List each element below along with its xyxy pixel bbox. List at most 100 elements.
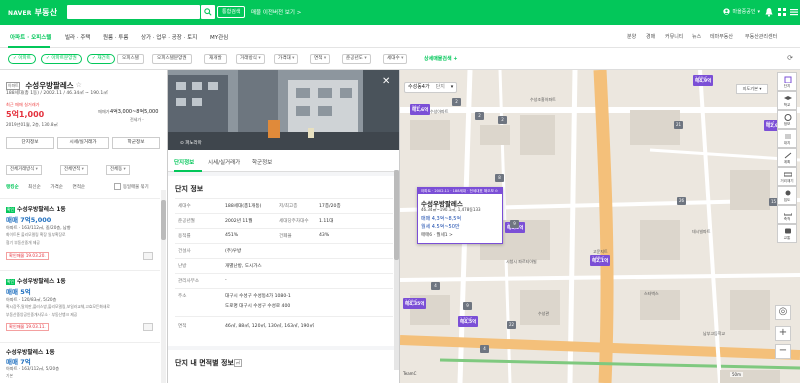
- sort-ranking[interactable]: 랭킹순: [6, 185, 19, 190]
- map-count-marker[interactable]: 4: [431, 282, 440, 290]
- tool-distance[interactable]: 거리재기: [777, 167, 797, 186]
- map-count-marker[interactable]: 2: [498, 116, 507, 124]
- sort-price[interactable]: 가격순: [50, 185, 63, 190]
- info-label: 용적률: [178, 234, 191, 239]
- map-count-marker[interactable]: 26: [677, 197, 686, 205]
- select-area[interactable]: 면적: [310, 54, 331, 64]
- popup-more-link[interactable]: 매매6 · 월세1 >: [421, 232, 453, 238]
- search-button[interactable]: [201, 5, 215, 19]
- nav-theme[interactable]: 테마부동산: [710, 33, 733, 40]
- chip-apartment[interactable]: ✓ 아파트: [8, 54, 36, 64]
- list-scrollbar[interactable]: [161, 190, 166, 383]
- tab-complex-info[interactable]: 단지정보: [174, 158, 194, 166]
- nav-news[interactable]: 뉴스: [692, 33, 701, 40]
- tool-transit[interactable]: 교통: [777, 224, 797, 243]
- market-price-button[interactable]: 시세/실거래가: [57, 137, 109, 149]
- sort-area[interactable]: 면적순: [72, 185, 85, 190]
- trade-filter-select[interactable]: 전체거래방식: [6, 165, 42, 175]
- tab-school-info[interactable]: 학군정보: [252, 158, 272, 166]
- tool-scale[interactable]: 축척: [777, 205, 797, 224]
- nav-community[interactable]: 커뮤니티: [665, 33, 683, 40]
- map-price-pin[interactable]: 1,32㎡ 매4,5억: [458, 316, 479, 327]
- listing-item[interactable]: 수성우방팔레스 1동 매매 7억 아파트 · 163/112㎡, 5/20층 기…: [0, 342, 160, 383]
- section-title: 단지 정보: [175, 185, 204, 193]
- nav-auction[interactable]: 경매: [646, 33, 655, 40]
- chip-apt-presale[interactable]: ✓ 아파트분양권: [41, 54, 82, 64]
- combined-search-button[interactable]: 통합검색: [217, 6, 246, 18]
- listing-thumb-icon[interactable]: [143, 252, 153, 260]
- bundle-checkbox[interactable]: 동일매물 묶기: [114, 183, 149, 190]
- select-trade-type[interactable]: 거래방식: [236, 54, 265, 64]
- nav-oneroom[interactable]: 원룸 · 투룸: [103, 33, 129, 41]
- map-count-marker[interactable]: 4: [480, 345, 489, 353]
- tool-collect[interactable]: 집도: [777, 186, 797, 205]
- zoom-out-button[interactable]: −: [775, 344, 791, 359]
- map-type-select[interactable]: 지도기본 ▾: [736, 84, 768, 94]
- map-count-marker[interactable]: 2: [475, 112, 484, 120]
- building-icon: [784, 76, 792, 83]
- tool-plan[interactable]: 계획: [777, 148, 797, 167]
- listing-thumb-icon[interactable]: [143, 323, 153, 331]
- close-icon[interactable]: ✕: [382, 76, 390, 87]
- tool-school[interactable]: 학교: [777, 91, 797, 110]
- map-count-marker[interactable]: 22: [507, 321, 516, 329]
- complex-name: 수성우방팔레스: [25, 81, 74, 90]
- tool-complex[interactable]: 단지: [777, 72, 797, 91]
- detail-scrollbar[interactable]: [394, 170, 399, 370]
- select-built-year[interactable]: 준공년도: [342, 54, 371, 64]
- map-count-marker[interactable]: 2: [452, 98, 461, 106]
- tool-land[interactable]: 대지: [777, 129, 797, 148]
- dong-filter-select[interactable]: 전체동: [106, 165, 130, 175]
- nav-admin-center[interactable]: 부동산관리센터: [745, 33, 777, 40]
- complex-map-popup[interactable]: 아파트 · 2002.11 · 188세대 · 전세대표 해오보 ⊙ 수성우방팔…: [417, 187, 503, 244]
- menu-icon[interactable]: [789, 7, 799, 17]
- old-version-link[interactable]: 매물 이전버전 보기 >: [251, 8, 301, 16]
- nav-my-interest[interactable]: MY관심: [210, 33, 228, 41]
- my-location-icon[interactable]: ◎: [775, 305, 791, 320]
- info-label: 준공년월: [178, 219, 195, 224]
- listing-spec: 아파트 · 163/112㎡, 중/20층, 남향: [6, 225, 71, 230]
- map-price-pin[interactable]: 56㎡ 매1,6억: [410, 104, 431, 115]
- panorama-label[interactable]: ⊙ 파노라마: [180, 140, 202, 146]
- tab-market-price[interactable]: 시세/실거래가: [208, 158, 240, 166]
- area-info-section: 단지 내 면적별 정보 ㎡: [168, 350, 399, 383]
- info-row: 난방 개별난방, 도시가스: [175, 258, 393, 273]
- map-price-pin[interactable]: 1,60㎡ 매4,9억: [693, 75, 714, 86]
- favorite-star-icon[interactable]: ☆: [76, 81, 82, 89]
- map-area[interactable]: 수성동4가단지▾ 1,60㎡매4,9억 56㎡매1,6억 148㎡매6,5억 1…: [400, 70, 800, 383]
- map-count-marker[interactable]: 9: [463, 302, 472, 310]
- nav-commercial[interactable]: 상가 · 업무 · 공장 · 토지: [141, 33, 197, 41]
- unit-toggle[interactable]: ㎡: [234, 359, 242, 367]
- select-households[interactable]: 세대수: [383, 54, 408, 64]
- area-filter-select[interactable]: 전체면적: [60, 165, 88, 175]
- search-input[interactable]: [67, 5, 200, 19]
- complex-photo[interactable]: ⊙ 파노라마 ✕: [168, 70, 399, 150]
- map-price-pin[interactable]: 1,04㎡ 매4,35억: [403, 298, 427, 309]
- listing-item[interactable]: 확인 수성우방팔레스 1동 매매 7억5,000 아파트 · 163/112㎡, …: [0, 198, 160, 266]
- sort-latest[interactable]: 최신순: [28, 185, 41, 190]
- nav-villa-house[interactable]: 빌라 · 주택: [65, 33, 91, 41]
- refresh-icon[interactable]: ⟳: [787, 54, 793, 62]
- bell-icon[interactable]: [764, 7, 774, 17]
- detail-search-button[interactable]: 상세매물검색 +: [424, 55, 458, 62]
- map-location-select[interactable]: 수성동4가 단지 ▾: [404, 82, 458, 93]
- listing-item[interactable]: 확인 수성우방팔레스 1동 매매 5억 아파트 · 120/83㎡, 5/20층 …: [0, 270, 160, 342]
- tool-info[interactable]: 정보: [777, 110, 797, 129]
- chip-redevelop[interactable]: 재개발: [204, 54, 227, 64]
- chip-rebuild[interactable]: ✓ 재건축: [87, 54, 115, 64]
- map-count-marker[interactable]: 8: [495, 174, 504, 182]
- map-count-marker[interactable]: 21: [674, 121, 683, 129]
- nav-presale[interactable]: 분양: [627, 33, 636, 40]
- zoom-in-button[interactable]: +: [775, 326, 791, 341]
- school-info-button[interactable]: 학군정보: [112, 137, 160, 149]
- map-count-marker[interactable]: 9: [510, 220, 519, 228]
- chip-officetel[interactable]: 오피스텔: [117, 54, 144, 64]
- select-price[interactable]: 가격대: [274, 54, 299, 64]
- user-menu[interactable]: 마을중공인 ▾: [723, 8, 760, 15]
- apps-grid-icon[interactable]: [777, 7, 787, 17]
- map-price-pin[interactable]: 1,68㎡ 매2,1억: [590, 255, 611, 266]
- naver-logo[interactable]: NAVER 부동산: [8, 7, 57, 18]
- complex-info-button[interactable]: 단지정보: [6, 137, 54, 149]
- nav-apt-officetel[interactable]: 아파트 · 오피스텔: [10, 33, 51, 41]
- chip-officetel-presale[interactable]: 오피스텔분양권: [152, 54, 192, 64]
